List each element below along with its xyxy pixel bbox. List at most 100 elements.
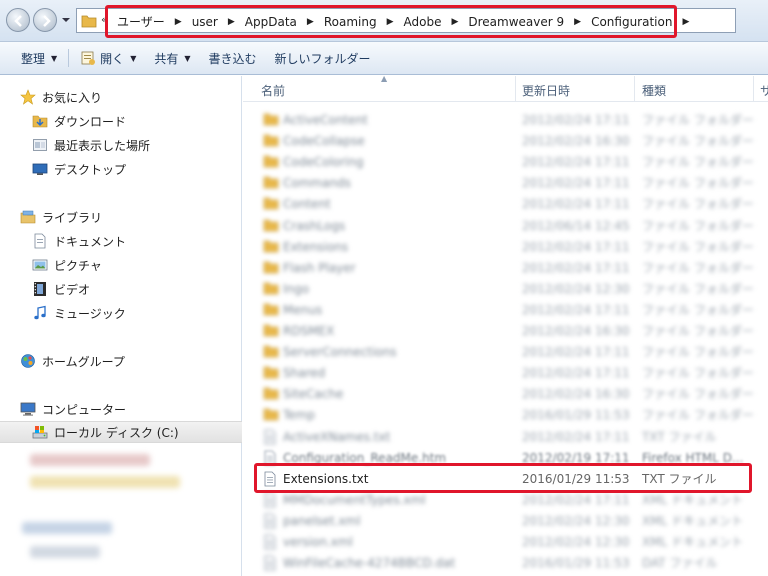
folder-row[interactable]: Commands 2012/02/24 17:11 ファイル フォルダー (257, 172, 757, 193)
organize-button[interactable]: 整理 ▼ (12, 46, 66, 70)
nav-local-disk[interactable]: ローカル ディスク (C:) (0, 421, 242, 443)
folder-icon (263, 303, 279, 316)
folder-icon (263, 407, 279, 424)
file-date-modified: 2016/01/29 11:53 (522, 555, 630, 570)
file-date-modified: 2012/02/24 17:11 (522, 429, 630, 444)
file-row[interactable]: panelset.xml 2012/02/24 12:30 XML ドキュメント (257, 510, 757, 531)
file-name: Extensions (283, 239, 349, 254)
folder-row[interactable]: Content 2012/02/24 17:11 ファイル フォルダー (257, 193, 757, 214)
file-date-modified: 2012/02/24 12:30 (522, 513, 630, 528)
folder-row[interactable]: CodeColoring 2012/02/24 17:11 ファイル フォルダー (257, 151, 757, 172)
nav-videos-label: ビデオ (54, 282, 91, 297)
nav-libraries[interactable]: ライブラリ (0, 206, 242, 228)
folder-row[interactable]: Menus 2012/02/24 17:11 ファイル フォルダー (257, 299, 757, 320)
breadcrumb-separator-icon[interactable]: ▶ (568, 17, 587, 27)
folder-row[interactable]: CodeCollapse 2012/02/24 16:30 ファイル フォルダー (257, 130, 757, 151)
file-name: RDSMEX (283, 323, 335, 338)
folder-icon (263, 197, 279, 210)
pictures-icon (32, 259, 48, 271)
folder-row[interactable]: Flash Player 2012/02/24 17:11 ファイル フォルダー (257, 257, 757, 278)
folder-row[interactable]: Shared 2012/02/24 17:11 ファイル フォルダー (257, 362, 757, 383)
column-divider[interactable] (634, 76, 635, 102)
breadcrumb-separator-icon[interactable]: ▶ (301, 17, 320, 27)
recent-pages-dropdown-icon[interactable] (61, 16, 71, 24)
back-button[interactable] (6, 8, 30, 32)
nav-downloads[interactable]: ダウンロード (0, 110, 242, 132)
text-file-icon (264, 555, 276, 571)
folder-row[interactable]: Extensions 2012/02/24 17:11 ファイル フォルダー (257, 236, 757, 257)
local-disk-icon (32, 426, 48, 439)
share-button[interactable]: 共有 ▼ (145, 46, 199, 70)
chevron-down-icon: ▼ (184, 53, 191, 63)
back-arrow-icon (14, 15, 22, 27)
folder-icon (263, 345, 279, 358)
folder-icon (263, 240, 279, 253)
folder-icon (263, 387, 279, 400)
breadcrumb-roaming[interactable]: Roaming (320, 15, 381, 29)
column-type[interactable]: 種類 (642, 82, 666, 99)
file-type: ファイル フォルダー (642, 176, 754, 190)
breadcrumb-separator-icon[interactable]: ▶ (381, 17, 400, 27)
file-type: XML ドキュメント (642, 514, 744, 528)
file-date-modified: 2012/02/24 17:11 (522, 154, 630, 169)
breadcrumb-users[interactable]: ユーザー (113, 13, 169, 30)
folder-row[interactable]: CrashLogs 2012/06/14 12:45 ファイル フォルダー (257, 215, 757, 236)
nav-recent-places[interactable]: 最近表示した場所 (0, 134, 242, 156)
nav-documents[interactable]: ドキュメント (0, 230, 242, 252)
folder-icon (263, 113, 279, 126)
folder-row[interactable]: ActiveContent 2012/02/24 17:11 ファイル フォルダー (257, 109, 757, 130)
nav-homegroup[interactable]: ホームグループ (0, 350, 242, 372)
share-label: 共有 (154, 51, 179, 66)
file-row[interactable]: MMDocumentTypes.xml 2012/02/24 17:11 XML ド… (257, 489, 757, 510)
folder-row[interactable]: Temp 2016/01/29 11:53 ファイル フォルダー (257, 404, 757, 425)
open-button[interactable]: 開く ▼ (71, 46, 145, 70)
file-row[interactable]: Configuration_ReadMe.htm 2012/02/19 17:11… (257, 447, 757, 468)
file-row[interactable]: ActiveXNames.txt 2012/02/24 17:11 TXT ファイル (257, 426, 757, 447)
desktop-icon (32, 163, 48, 175)
file-type: ファイル フォルダー (642, 387, 754, 401)
blurred-nav-row (22, 522, 112, 534)
file-row[interactable]: Extensions.txt 2016/01/29 11:53 TXT ファイル (257, 468, 757, 489)
new-folder-label: 新しいフォルダー (274, 51, 371, 66)
nav-computer[interactable]: コンピューター (0, 398, 242, 420)
nav-desktop[interactable]: デスクトップ (0, 158, 242, 180)
file-name: MMDocumentTypes.xml (283, 492, 426, 507)
folder-row[interactable]: Ingo 2012/02/24 12:30 ファイル フォルダー (257, 278, 757, 299)
breadcrumb-appdata[interactable]: AppData (241, 15, 301, 29)
folder-icon (263, 112, 279, 129)
folder-icon (263, 323, 279, 340)
breadcrumb-separator-icon[interactable]: ▶ (445, 17, 464, 27)
column-size[interactable]: サ (760, 82, 768, 99)
file-name: ServerConnections (283, 344, 397, 359)
column-divider[interactable] (515, 76, 516, 102)
folder-icon (263, 324, 279, 337)
folder-row[interactable]: ServerConnections 2012/02/24 17:11 ファイル フォ… (257, 341, 757, 362)
organize-label: 整理 (21, 51, 46, 66)
text-file-icon (263, 471, 277, 490)
new-folder-button[interactable]: 新しいフォルダー (266, 46, 380, 70)
folder-row[interactable]: RDSMEX 2012/02/24 16:30 ファイル フォルダー (257, 320, 757, 341)
nav-videos[interactable]: ビデオ (0, 278, 242, 300)
breadcrumb-dreamweaver[interactable]: Dreamweaver 9 (464, 15, 568, 29)
breadcrumb-configuration[interactable]: Configuration (587, 15, 676, 29)
forward-button[interactable] (33, 8, 57, 32)
burn-button[interactable]: 書き込む (200, 46, 266, 70)
nav-pictures[interactable]: ピクチャ (0, 254, 242, 276)
breadcrumb-separator-icon[interactable]: ▶ (676, 17, 695, 27)
nav-favorites[interactable]: お気に入り (0, 86, 242, 108)
breadcrumb-user[interactable]: user (188, 15, 222, 29)
file-type: ファイル フォルダー (642, 303, 754, 317)
nav-music[interactable]: ミュージック (0, 302, 242, 324)
breadcrumb-adobe[interactable]: Adobe (400, 15, 446, 29)
folder-row[interactable]: SiteCache 2012/02/24 16:30 ファイル フォルダー (257, 383, 757, 404)
file-row[interactable]: WinFileCache-4274BBCD.dat 2016/01/29 11:5… (257, 552, 757, 573)
column-date-modified[interactable]: 更新日時 (522, 82, 570, 99)
column-name[interactable]: 名前 (261, 82, 285, 99)
column-divider[interactable] (753, 76, 754, 102)
address-overflow-chevron[interactable]: « (101, 13, 108, 26)
breadcrumb-separator-icon[interactable]: ▶ (222, 17, 241, 27)
breadcrumb-separator-icon[interactable]: ▶ (169, 17, 188, 27)
file-name: CodeColoring (283, 154, 364, 169)
address-field[interactable]: « ユーザー ▶ user ▶ AppData ▶ Roaming ▶ Adob… (76, 8, 736, 33)
file-row[interactable]: version.xml 2012/02/24 12:30 XML ドキュメント (257, 531, 757, 552)
